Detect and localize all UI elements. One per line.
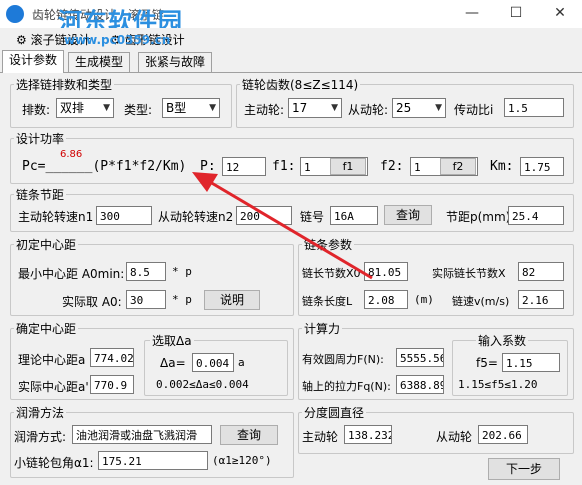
group-center-initial-title: 初定中心距 [14, 236, 79, 253]
group-chain-params-title: 链条参数 [302, 236, 355, 253]
chevron-down-icon: ▼ [209, 103, 216, 113]
group-pitch-title: 链条节距 [14, 186, 67, 203]
shaft-force-field[interactable]: 6388.89 [396, 375, 444, 394]
n2-label: 从动轮转速n2 [158, 210, 234, 224]
ratio-field[interactable]: 1.5 [504, 98, 564, 117]
actual-center-field[interactable]: 770.9 [90, 375, 134, 394]
actual-links-field[interactable]: 82 [518, 262, 564, 281]
km-label: Km: [490, 159, 514, 174]
min-center-field[interactable]: 8.5 [126, 262, 166, 281]
f2-label: f2: [380, 159, 404, 174]
f5-range: 1.15≤f5≤1.20 [458, 378, 538, 391]
driver-teeth-select[interactable]: 17 ▼ [288, 98, 342, 118]
actual-a0-label: 实际取 A0: [62, 295, 122, 309]
links-field[interactable]: 81.05 [364, 262, 408, 281]
delta-unit: a [238, 356, 245, 369]
force-field[interactable]: 5555.56 [396, 348, 444, 367]
type-label: 类型: [124, 103, 153, 117]
group-coef-title: 输入系数 [476, 332, 529, 349]
next-step-button[interactable]: 下一步 [488, 458, 560, 480]
wrap-angle-field[interactable]: 175.21 [98, 451, 208, 470]
f5-label: f5= [476, 356, 498, 370]
length-field[interactable]: 2.08 [364, 290, 408, 309]
chevron-down-icon: ▼ [435, 103, 442, 113]
f1-button[interactable]: f1 [330, 158, 366, 175]
theory-center-label: 理论中心距a [18, 353, 86, 367]
lube-method-label: 润滑方式: [14, 430, 67, 444]
group-lubrication-title: 润滑方法 [14, 404, 67, 421]
driver-teeth-label: 主动轮: [244, 103, 285, 117]
tab-design-params[interactable]: 设计参数 [2, 50, 65, 73]
tab-generate-model[interactable]: 生成模型 [68, 52, 131, 72]
p-label: P: [200, 159, 216, 174]
chain-no-field[interactable]: 16A [330, 206, 378, 225]
group-power-title: 设计功率 [14, 130, 67, 147]
pcd-driver-field[interactable]: 138.232 [344, 425, 392, 444]
speed-label: 链速v(m/s) [452, 295, 510, 308]
n1-field[interactable]: 300 [96, 206, 152, 225]
ratio-label: 传动比i [454, 103, 494, 117]
close-button[interactable]: ✕ [538, 0, 582, 28]
speed-field[interactable]: 2.16 [518, 290, 564, 309]
group-pitch-circle-title: 分度圆直径 [302, 404, 367, 421]
chain-query-button[interactable]: 查询 [384, 205, 432, 225]
delta-range: 0.002≤Δa≤0.004 [156, 378, 249, 391]
group-calc-force-title: 计算力 [302, 320, 343, 337]
wrap-angle-range: (α1≥120°) [212, 454, 272, 467]
actual-a0-unit: * p [172, 293, 192, 306]
f1-label: f1: [272, 159, 296, 174]
min-center-label: 最小中心距 A0min: [18, 267, 125, 281]
lube-method-field[interactable]: 油池润滑或油盘飞溅润滑 [72, 425, 212, 444]
group-teeth-title: 链轮齿数(8≤Z≤114) [240, 76, 361, 93]
explain-button[interactable]: 说明 [204, 290, 260, 310]
pcd-driver-label: 主动轮 [302, 430, 339, 444]
chain-no-label: 链号 [300, 210, 325, 224]
delta-label: Δa= [160, 356, 186, 370]
force-label: 有效圆周力F(N): [302, 353, 384, 366]
group-delta-title: 选取Δa [150, 332, 194, 349]
theory-center-field[interactable]: 774.02 [90, 348, 134, 367]
app-icon [6, 5, 24, 23]
chevron-down-icon: ▼ [103, 103, 110, 113]
wrap-angle-label: 小链轮包角α1: [14, 456, 94, 470]
chain-icon: ⚙ [16, 33, 27, 47]
min-center-unit: * p [172, 265, 192, 278]
tab-tension-faults[interactable]: 张紧与故障 [138, 52, 213, 72]
pitch-p-field[interactable]: 25.4 [508, 206, 564, 225]
minimize-button[interactable]: — [450, 0, 494, 28]
actual-a0-field[interactable]: 30 [126, 290, 166, 309]
pc-formula: Pc=______(P*f1*f2/Km) [22, 159, 187, 174]
links-label: 链长节数X0 [302, 267, 361, 280]
length-unit: (m) [414, 293, 434, 306]
n1-label: 主动轮转速n1 [18, 210, 94, 224]
n2-field[interactable]: 200 [236, 206, 292, 225]
group-chain-type-title: 选择链排数和类型 [14, 76, 115, 93]
actual-links-label: 实际链长节数X [432, 267, 506, 280]
chevron-down-icon: ▼ [331, 103, 338, 113]
pcd-driven-label: 从动轮 [436, 430, 473, 444]
shaft-force-label: 轴上的拉力Fq(N): [302, 380, 391, 393]
driven-teeth-select[interactable]: 25 ▼ [392, 98, 446, 118]
pcd-driven-field[interactable]: 202.66 [478, 425, 528, 444]
f5-field[interactable]: 1.15 [502, 353, 560, 372]
driven-teeth-label: 从动轮: [348, 103, 389, 117]
rows-label: 排数: [22, 103, 51, 117]
actual-center-label: 实际中心距a' [18, 380, 89, 394]
f2-button[interactable]: f2 [440, 158, 476, 175]
km-field[interactable]: 1.75 [520, 157, 564, 176]
type-select[interactable]: B型 ▼ [162, 98, 220, 118]
lube-query-button[interactable]: 查询 [220, 425, 278, 445]
group-center-final-title: 确定中心距 [14, 320, 79, 337]
maximize-button[interactable]: ☐ [494, 0, 538, 28]
rows-select[interactable]: 双排 ▼ [56, 98, 114, 118]
pitch-p-label: 节距p(mm) [446, 210, 511, 224]
delta-field[interactable]: 0.004 [192, 353, 234, 372]
watermark-url: www.pc0359.cn [64, 33, 171, 47]
p-field[interactable]: 12 [222, 157, 266, 176]
length-label: 链条长度L [302, 295, 353, 308]
